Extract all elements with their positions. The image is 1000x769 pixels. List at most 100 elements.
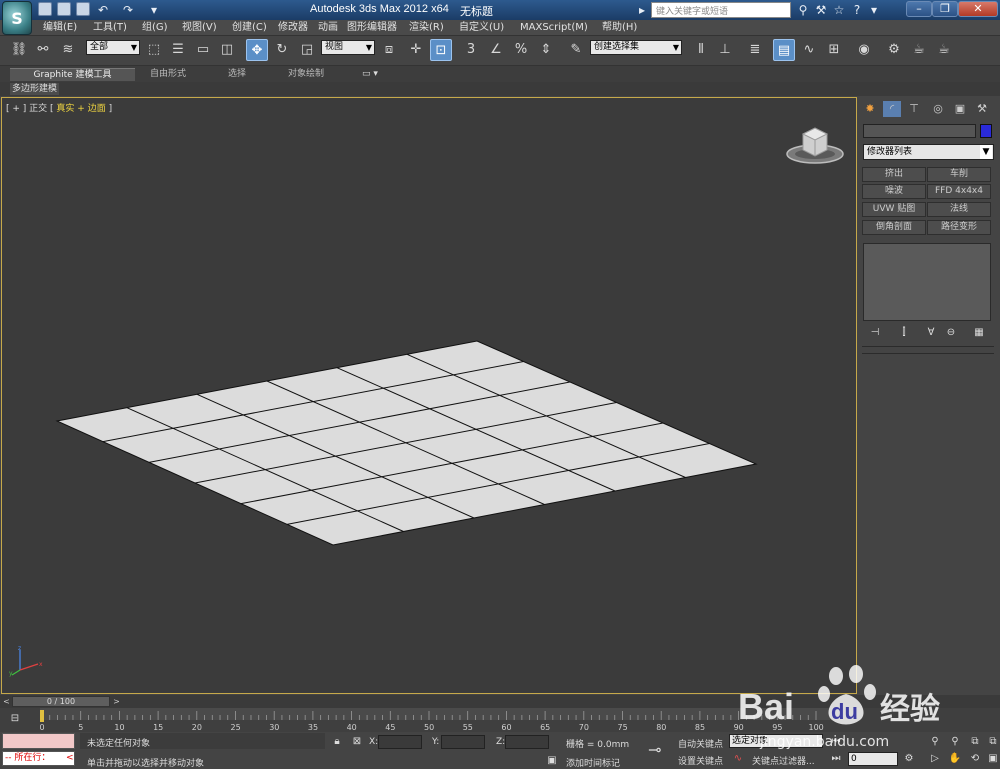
viewport-shading-label[interactable]: 真实: [56, 104, 74, 114]
help-icon[interactable]: ?: [849, 2, 865, 18]
material-editor-icon[interactable]: ◉: [853, 39, 875, 61]
remove-modifier-icon[interactable]: ⊖: [942, 326, 960, 340]
time-slider[interactable]: 0 / 100: [12, 696, 110, 707]
create-tab-icon[interactable]: ✸: [861, 101, 879, 117]
open-mini-curve-editor-icon[interactable]: ⊟: [8, 712, 22, 726]
hierarchy-tab-icon[interactable]: ⊤: [905, 101, 923, 117]
menu-tools[interactable]: 工具(T): [93, 21, 127, 35]
named-selection-sets-dropdown[interactable]: 创建选择集 ▼: [590, 40, 682, 55]
maximize-viewport-icon[interactable]: ▣: [986, 752, 1000, 766]
go-to-start-icon[interactable]: ⏮: [829, 735, 843, 749]
menu-maxscript[interactable]: MAXScript(M): [520, 21, 588, 35]
open-file-icon[interactable]: [57, 2, 71, 16]
selected-object-dropdown[interactable]: 选定对象: [729, 734, 823, 748]
auto-key-button[interactable]: 自动关键点: [678, 737, 723, 750]
key-filters-button[interactable]: 关键点过滤器...: [752, 754, 815, 767]
time-tag-icon[interactable]: ▣: [545, 754, 559, 768]
angle-snap-icon[interactable]: ∠: [485, 39, 507, 61]
star-icon[interactable]: ☆: [831, 2, 847, 18]
unlink-icon[interactable]: ⚯: [32, 39, 54, 61]
ribbon-options-icon[interactable]: ▭ ▾: [362, 68, 378, 81]
x-coordinate-field[interactable]: [378, 735, 422, 749]
select-rotate-icon[interactable]: ↻: [271, 39, 293, 61]
menu-customize[interactable]: 自定义(U): [459, 21, 504, 35]
app-logo-button[interactable]: S: [2, 1, 32, 35]
viewport-label[interactable]: [ + ] 正交 [ 真实 + 边面 ]: [6, 101, 112, 114]
menu-modifiers[interactable]: 修改器: [278, 21, 308, 35]
selection-lock-icon[interactable]: 🔒︎: [330, 735, 344, 749]
zoom-extents-all-icon[interactable]: ⧉: [986, 735, 1000, 749]
schematic-view-icon[interactable]: ⊞: [823, 39, 845, 61]
mirror-icon[interactable]: ⫴: [690, 39, 712, 61]
viewport-menu-label[interactable]: [ + ]: [6, 104, 29, 114]
render-setup-icon[interactable]: ⚙: [883, 39, 905, 61]
tools-icon[interactable]: ⚒: [813, 2, 829, 18]
layer-manager-icon[interactable]: ≣: [744, 39, 766, 61]
object-color-swatch[interactable]: [980, 124, 992, 138]
curve-editor-icon[interactable]: ∿: [798, 39, 820, 61]
zoom-all-icon[interactable]: ⚲: [948, 735, 962, 749]
undo-icon[interactable]: ↶: [95, 2, 111, 18]
selection-filter-dropdown[interactable]: 全部 ▼: [86, 40, 140, 55]
menu-group[interactable]: 组(G): [142, 21, 168, 35]
reference-coordinate-dropdown[interactable]: 视图 ▼: [321, 40, 375, 55]
keyboard-shortcut-override-icon[interactable]: ⊡: [430, 39, 452, 61]
pan-view-icon[interactable]: ✋: [948, 752, 962, 766]
bind-space-warp-icon[interactable]: ≋: [57, 39, 79, 61]
object-name-field[interactable]: [863, 124, 976, 138]
rect-selection-icon[interactable]: ▭: [192, 39, 214, 61]
menu-help[interactable]: 帮助(H): [602, 21, 637, 35]
edit-named-selection-icon[interactable]: ✎: [565, 39, 587, 61]
menu-rendering[interactable]: 渲染(R): [409, 21, 444, 35]
perspective-viewport[interactable]: [1, 97, 857, 694]
save-file-icon[interactable]: [76, 2, 90, 16]
menu-views[interactable]: 视图(V): [182, 21, 217, 35]
y-coordinate-field[interactable]: [441, 735, 485, 749]
viewport-view-label[interactable]: 正交: [29, 104, 47, 114]
utilities-tab-icon[interactable]: ⚒: [973, 101, 991, 117]
maxscript-line[interactable]: -- 所在行：: [2, 751, 75, 766]
snap-3d-icon[interactable]: 3: [460, 39, 482, 61]
render-production-icon[interactable]: ☕: [933, 39, 955, 61]
motion-tab-icon[interactable]: ◎: [929, 101, 947, 117]
select-move-icon[interactable]: ✥: [246, 39, 268, 61]
search-input[interactable]: 键入关键字或短语: [651, 2, 791, 18]
zoom-icon[interactable]: ⚲: [928, 735, 942, 749]
add-time-tag[interactable]: 添加时间标记: [566, 756, 620, 769]
extrude-button[interactable]: 挤出: [862, 167, 926, 182]
select-object-icon[interactable]: ⬚: [143, 39, 165, 61]
select-scale-icon[interactable]: ◲: [296, 39, 318, 61]
time-config-icon[interactable]: ⚙: [902, 752, 916, 766]
menu-graph-editors[interactable]: 图形编辑器: [347, 21, 397, 35]
link-icon[interactable]: ⛓: [8, 39, 30, 61]
viewcube-icon[interactable]: [785, 124, 845, 168]
pivot-center-icon[interactable]: ⧈: [378, 39, 400, 61]
polygon-modeling-panel[interactable]: 多边形建模: [10, 83, 60, 95]
prev-frame-icon[interactable]: <: [1, 696, 12, 707]
maxscript-listener[interactable]: [2, 733, 75, 749]
help-dropdown-icon[interactable]: ▾: [866, 2, 882, 18]
menu-animation[interactable]: 动画: [318, 21, 338, 35]
new-file-icon[interactable]: [38, 2, 52, 16]
current-frame-marker[interactable]: [40, 710, 44, 722]
viewport-edged-faces-label[interactable]: 边面: [88, 104, 106, 114]
set-key-button[interactable]: 设置关键点: [678, 754, 723, 767]
current-frame-field[interactable]: 0: [848, 752, 898, 766]
tab-freeform[interactable]: 自由形式: [150, 68, 186, 81]
redo-icon[interactable]: ↷: [120, 2, 136, 18]
make-unique-icon[interactable]: ∀: [922, 326, 940, 340]
z-coordinate-field[interactable]: [505, 735, 549, 749]
search-expand-icon[interactable]: ▸: [634, 2, 650, 18]
show-end-result-icon[interactable]: ⫿: [895, 326, 913, 340]
binoculars-icon[interactable]: ⚲: [795, 2, 811, 18]
align-icon[interactable]: ⊥: [714, 39, 736, 61]
modifier-stack-list[interactable]: [863, 243, 991, 321]
pin-stack-icon[interactable]: ⊣: [866, 326, 884, 340]
field-of-view-icon[interactable]: ▷: [928, 752, 942, 766]
modifier-list-dropdown[interactable]: 修改器列表 ▼: [863, 144, 994, 160]
absolute-mode-icon[interactable]: ⊠: [350, 735, 364, 749]
rendered-frame-window-icon[interactable]: ☕: [908, 39, 930, 61]
key-mode-icon[interactable]: ⏭: [829, 752, 843, 766]
uvw-map-button[interactable]: UVW 贴图: [862, 202, 926, 217]
percent-snap-icon[interactable]: %: [510, 39, 532, 61]
